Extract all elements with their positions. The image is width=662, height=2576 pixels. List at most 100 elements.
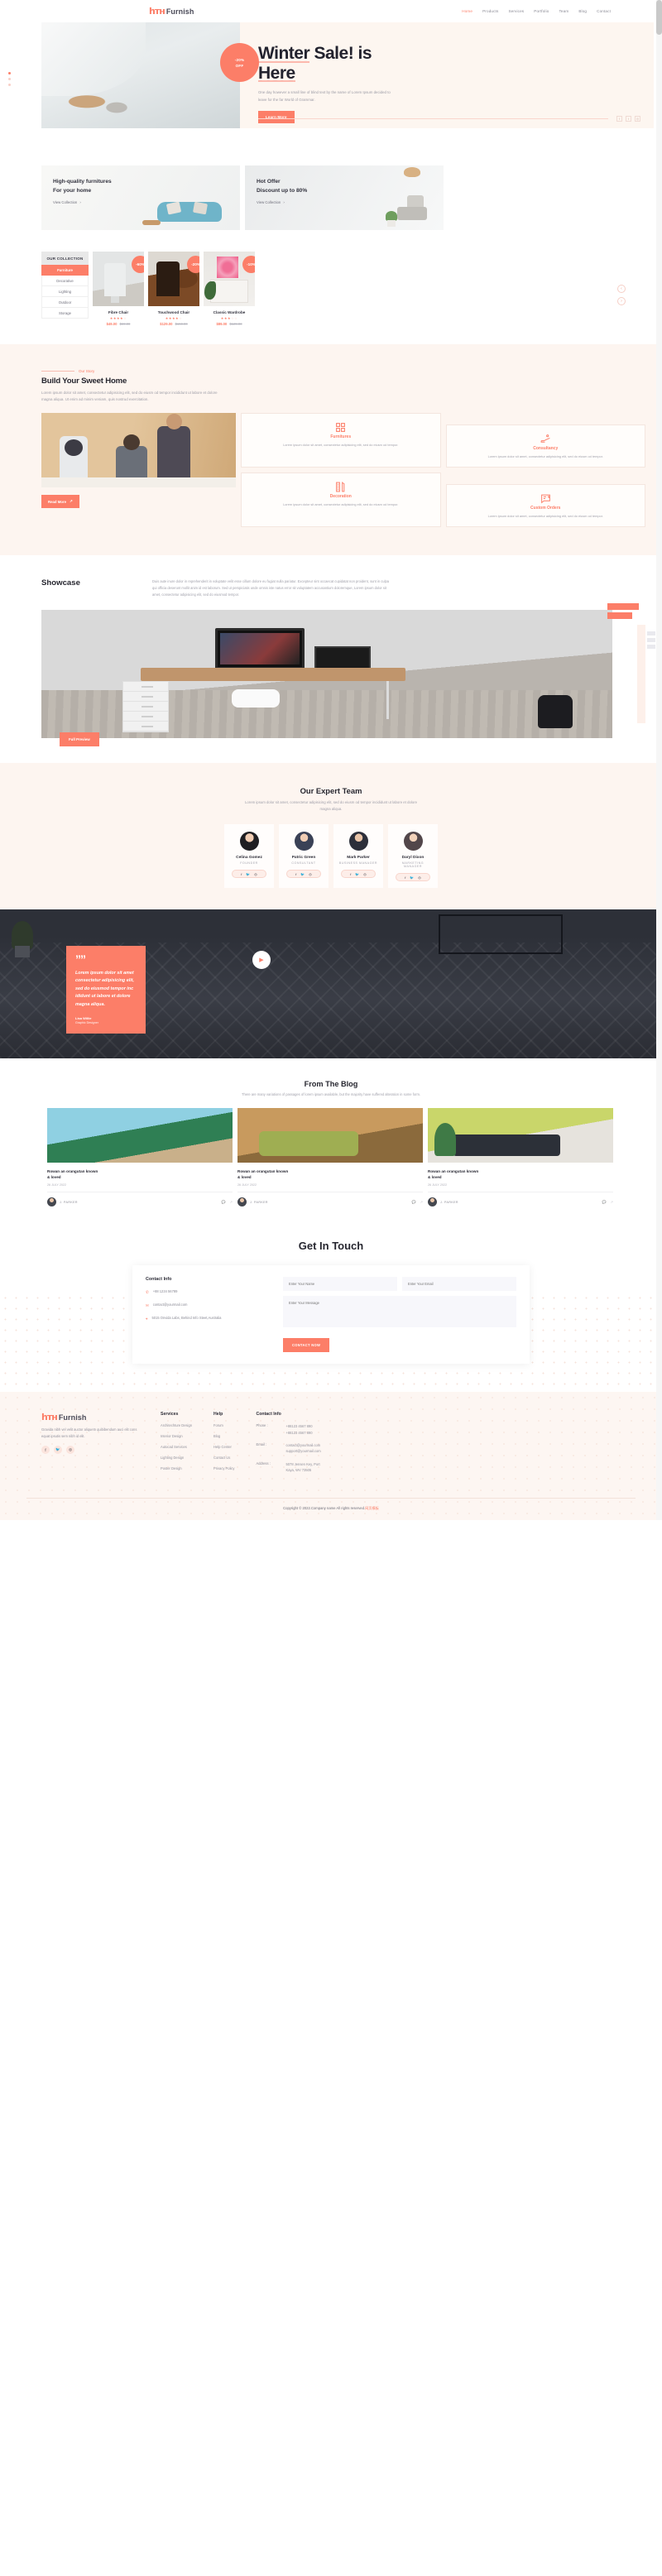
twitter-icon[interactable]: t [626,116,631,122]
nav-item-team[interactable]: Team [559,9,568,13]
instagram-icon[interactable]: ◎ [363,872,367,876]
nav-item-home[interactable]: Home [462,9,473,13]
footer-link-forum[interactable]: Forum [213,1423,234,1427]
promo-card-hot-offer[interactable]: Hot Offer Discount up to 80% View Collec… [245,165,444,230]
promo-2-line2: Discount up to 80% [257,187,308,194]
nav-item-blog[interactable]: Blog [578,9,587,13]
category-furniture[interactable]: Furniture [41,265,89,276]
footer-link-poster-design[interactable]: Poster Design [161,1466,192,1470]
name-input[interactable] [283,1277,397,1292]
footer-phone-2: +88123 4567 890 [285,1430,313,1435]
footer-email-row: Email : contact@yourmail.com support@you… [256,1442,409,1455]
blog-post-card[interactable]: Rowan an orangutan known & loved 26 JULY… [237,1107,423,1207]
footer-link-autocad-services[interactable]: Autocad Services [161,1445,192,1449]
twitter-icon[interactable]: 🐦 [410,875,414,880]
nav-item-contact[interactable]: Contact [597,9,611,13]
comment-icon[interactable]: 💬 [602,1200,607,1204]
hero-dot-1[interactable] [8,72,11,74]
team-member-card[interactable]: Patric Green CONSULTANT f 🐦 ◎ [279,824,329,889]
footer-link-privacy-policy[interactable]: Privacy Policy [213,1466,234,1470]
footer-link-help-center[interactable]: Help Center [213,1445,234,1449]
feature-card-consultancy[interactable]: Consultancy Lorem ipsum dolor sit amet, … [445,425,645,468]
instagram-icon[interactable]: ◎ [309,872,312,876]
twitter-icon[interactable]: 🐦 [300,872,305,876]
facebook-icon[interactable]: f [41,1446,50,1455]
feature-card-decoration[interactable]: Decoration Lorem ipsum dolor sit amet, c… [241,473,441,528]
twitter-icon[interactable]: 🐦 [246,872,250,876]
hero-dot-2[interactable] [8,78,11,80]
feature-text: Lorem ipsum dolor sit amet, consectetur … [487,514,603,519]
comment-icon[interactable]: 💬 [222,1200,226,1204]
nav-item-portfolio[interactable]: Portfolio [534,9,549,13]
facebook-icon[interactable]: f [350,872,351,876]
feature-text: Lorem ipsum dolor sit amet, consectetur … [487,454,603,459]
category-outdoor[interactable]: Outdoor [41,297,89,308]
carousel-next-icon[interactable]: › [617,297,626,305]
hero-dot-3[interactable] [8,84,11,86]
hero-title-part2: Sale! is [309,44,372,63]
team-member-card[interactable]: Daryl Dixon MARKETING MANAGER f 🐦 ◎ [388,824,438,889]
instagram-icon[interactable]: ◎ [66,1446,74,1455]
facebook-icon[interactable]: f [241,872,242,876]
team-member-card[interactable]: Mark Parker BUSINESS MANAGER f 🐦 ◎ [333,824,383,889]
blog-post-card[interactable]: Rowan an orangutan known & loved 26 JULY… [428,1107,613,1207]
collection-category-list: OUR COLLECTION Furniture Decorative Ligh… [41,252,89,326]
play-video-icon[interactable]: ▶ [252,951,271,970]
nav-item-products[interactable]: Products [482,9,498,13]
twitter-icon[interactable]: 🐦 [54,1446,62,1455]
testimonial-author: Lisa Willie [75,1016,92,1021]
contact-submit-button[interactable]: CONTACT NOW [283,1338,330,1353]
carousel-prev-icon[interactable]: ‹ [617,285,626,293]
hero-slide-dots[interactable] [8,72,11,86]
showcase-full-preview-button[interactable]: Full Preview [60,732,99,747]
twitter-icon[interactable]: 🐦 [355,872,359,876]
blog-subtitle: There are many variations of passages of… [241,1092,421,1097]
story-read-more-button[interactable]: Read More ↗ [41,495,79,509]
blog-title-line1: Rowan an orangutan known [47,1168,98,1173]
facebook-icon[interactable]: f [295,872,296,876]
category-decorative[interactable]: Decorative [41,276,89,286]
email-input[interactable] [402,1277,516,1292]
page-scrollbar[interactable] [656,0,662,1521]
promo-card-furnitures[interactable]: High-quality furnitures For your home Vi… [41,165,240,230]
feature-card-custom-orders[interactable]: Custom Orders Lorem ipsum dolor sit amet… [445,484,645,528]
hero-title-part3: Here [258,63,295,83]
team-member-list: Celina Gomez FOUNDER f 🐦 ◎ Patric Green … [26,824,636,889]
share-icon[interactable]: ↗ [230,1200,233,1204]
share-icon[interactable]: ↗ [611,1200,613,1204]
footer-logo[interactable]: һтн Furnish [41,1412,139,1422]
location-pin-icon: ⌖ [146,1317,148,1322]
product-card[interactable]: -10% Classic Wardrobe ★★★☆☆ $89.00 $129.… [204,252,255,326]
team-member-card[interactable]: Celina Gomez FOUNDER f 🐦 ◎ [224,824,274,889]
product-card[interactable]: -20% Touchwood Chair ★★★★☆ $129.00 $159.… [148,252,199,326]
grid-icon [247,421,434,433]
brand-logo[interactable]: һтн Furnish [149,6,194,17]
showcase-thumb-tabs[interactable] [647,631,655,650]
promo-1-sofa-illustration [142,194,233,228]
feature-card-furnitures[interactable]: Furnitures Lorem ipsum dolor sit amet, c… [241,413,441,468]
main-navigation: Home Products Services Portfolio Team Bl… [462,9,611,13]
instagram-icon[interactable]: ◎ [635,116,640,122]
hero-social-links: f t ◎ [616,116,640,122]
nav-item-services[interactable]: Services [508,9,524,13]
message-input[interactable] [283,1296,516,1328]
share-icon[interactable]: ↗ [420,1200,423,1204]
footer-link-contact-us[interactable]: Contact Us [213,1456,234,1460]
product-rating: ★★★★☆ [109,316,127,320]
facebook-icon[interactable]: f [616,116,622,122]
product-card[interactable]: -60% Fibre Chair ★★★★☆ $49.00 $69.00 [93,252,144,326]
contact-email-row: ✉ contact@yourmail.com [146,1302,270,1308]
category-storage[interactable]: Storage [41,308,89,319]
footer-link-blog[interactable]: Blog [213,1434,234,1438]
scrollbar-thumb[interactable] [656,0,662,35]
product-price-current: $89.00 [216,322,228,326]
comment-icon[interactable]: 💬 [412,1200,416,1204]
footer-link-architechture-design[interactable]: Architechture Design [161,1423,192,1427]
blog-post-card[interactable]: Rowan an orangutan known & loved 26 JULY… [47,1107,233,1207]
instagram-icon[interactable]: ◎ [418,875,421,880]
footer-link-lighting-design[interactable]: Lighting Design [161,1456,192,1460]
category-lighting[interactable]: Lighting [41,286,89,297]
instagram-icon[interactable]: ◎ [254,872,257,876]
footer-link-interior-design[interactable]: Interior Design [161,1434,192,1438]
shelf-illustration [439,914,563,955]
